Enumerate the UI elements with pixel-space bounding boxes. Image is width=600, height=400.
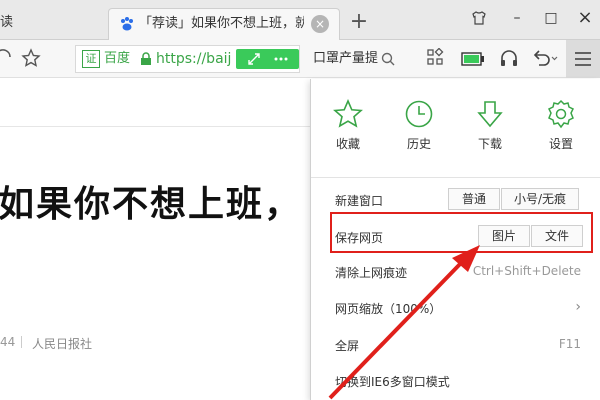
- chevron-right-icon: ›: [575, 299, 581, 315]
- highlight-box: [330, 212, 593, 253]
- skin-icon[interactable]: [468, 7, 490, 29]
- menu-new-window: 新建窗口 普通 小号/无痕: [311, 185, 600, 213]
- main-menu-button[interactable]: [566, 40, 600, 78]
- menu-fullscreen[interactable]: 全屏 F11: [311, 330, 600, 358]
- expand-icon: [248, 53, 260, 65]
- baidu-paw-icon: [121, 17, 133, 31]
- battery-icon[interactable]: [460, 48, 486, 70]
- url-text[interactable]: https://baij: [156, 46, 231, 72]
- undo-icon[interactable]: [530, 48, 560, 70]
- star-icon: [333, 99, 363, 128]
- meta-divider: [21, 336, 22, 348]
- zoom-label: 网页缩放（100%）: [335, 302, 442, 316]
- page-content: 如果你不想上班， 44 人民日报社: [0, 79, 310, 400]
- quick-settings[interactable]: 设置: [536, 99, 586, 159]
- lock-icon: [141, 52, 151, 65]
- quick-favorites-label: 收藏: [335, 137, 360, 151]
- fullscreen-shortcut: F11: [558, 337, 581, 351]
- certificate-icon[interactable]: 证: [82, 50, 100, 68]
- article-headline: 如果你不想上班，: [0, 184, 303, 225]
- tab-previous-title: 读: [0, 15, 14, 30]
- article-source: 人民日报社: [32, 337, 93, 351]
- quick-history[interactable]: 历史: [394, 99, 444, 159]
- menu-clear-history[interactable]: 清除上网痕迹 Ctrl+Shift+Delete: [311, 257, 600, 285]
- clock-icon: [405, 100, 433, 128]
- address-bar[interactable]: 证 百度 https://baij: [75, 45, 300, 73]
- apps-icon[interactable]: [424, 47, 446, 70]
- new-window-normal-button[interactable]: 普通: [448, 188, 500, 210]
- article-time: 44: [0, 335, 16, 349]
- address-toolbar: 证 百度 https://baij 口罩产量提: [0, 40, 600, 78]
- new-window-private-button[interactable]: 小号/无痕: [501, 188, 579, 210]
- grid-icon: [274, 57, 288, 61]
- clear-history-label: 清除上网痕迹: [335, 266, 408, 280]
- maximize-button[interactable]: □: [540, 7, 562, 29]
- site-name: 百度: [104, 51, 131, 66]
- tab-active[interactable]: 「荐读」如果你不想上班，就到最 ×: [108, 8, 340, 41]
- download-icon: [477, 101, 503, 128]
- tab-title: 「荐读」如果你不想上班，就到最: [139, 16, 304, 31]
- quick-favorites[interactable]: 收藏: [323, 99, 373, 159]
- menu-zoom[interactable]: 网页缩放（100%） ›: [311, 293, 600, 321]
- search-icon[interactable]: [381, 52, 395, 66]
- menu-ie6-mode[interactable]: 切换到IE6多窗口模式: [311, 366, 600, 394]
- quick-download-label: 下载: [477, 137, 502, 151]
- tab-close-button[interactable]: ×: [311, 15, 329, 33]
- refresh-icon[interactable]: [0, 48, 16, 70]
- tab-previous[interactable]: 读: [0, 8, 105, 40]
- ie6-mode-label: 切换到IE6多窗口模式: [335, 375, 450, 389]
- page-divider: [0, 126, 310, 127]
- title-bar: 读 「荐读」如果你不想上班，就到最 × + – □ ×: [0, 0, 600, 41]
- quick-settings-label: 设置: [548, 137, 573, 151]
- star-bookmark-icon[interactable]: [20, 48, 42, 70]
- menu-separator: [311, 177, 600, 178]
- quick-history-label: 历史: [406, 137, 431, 151]
- search-text[interactable]: 口罩产量提: [313, 45, 383, 73]
- new-window-label: 新建窗口: [335, 194, 384, 208]
- browser-window: 读 「荐读」如果你不想上班，就到最 × + – □ ×: [0, 0, 600, 400]
- new-tab-button[interactable]: +: [348, 9, 370, 35]
- hamburger-icon: [575, 52, 591, 66]
- quick-download[interactable]: 下载: [465, 99, 515, 159]
- clear-history-shortcut: Ctrl+Shift+Delete: [472, 264, 581, 278]
- address-extension-button[interactable]: [236, 49, 299, 69]
- close-window-button[interactable]: ×: [574, 7, 596, 29]
- gear-icon: [547, 99, 575, 129]
- minimize-button[interactable]: –: [506, 7, 528, 29]
- fullscreen-label: 全屏: [335, 339, 360, 353]
- search-box[interactable]: 口罩产量提: [305, 45, 397, 73]
- headphones-icon[interactable]: [498, 48, 520, 70]
